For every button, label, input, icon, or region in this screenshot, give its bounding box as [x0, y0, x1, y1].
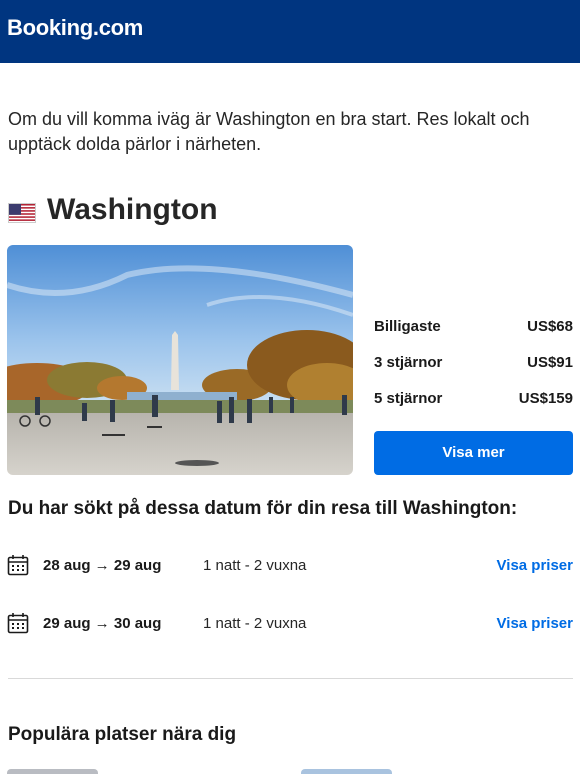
email-header: Booking.com — [0, 0, 580, 63]
price-row-3-stars: 3 stjärnor US$91 — [374, 354, 573, 374]
price-value: US$159 — [518, 390, 573, 407]
booking-logo[interactable]: Booking.com — [7, 15, 143, 41]
price-label: Billigaste — [374, 318, 441, 335]
popular-place-thumbnail[interactable] — [301, 769, 392, 774]
see-prices-link[interactable]: Visa priser — [497, 557, 573, 574]
popular-place-thumbnail[interactable] — [7, 769, 98, 774]
intro-text: Om du vill komma iväg är Washington en b… — [8, 109, 530, 154]
dates-heading: Du har sökt på dessa datum för din resa … — [8, 498, 518, 519]
price-value: US$91 — [527, 354, 573, 371]
price-label: 3 stjärnor — [374, 354, 443, 371]
calendar-icon — [7, 612, 29, 634]
popular-places-heading: Populära platser nära dig — [8, 724, 237, 745]
price-row-5-stars: 5 stjärnor US$159 — [374, 390, 573, 410]
price-label: 5 stjärnor — [374, 390, 443, 407]
price-value: US$68 — [527, 318, 573, 335]
calendar-icon — [7, 554, 29, 576]
search-row: 28 aug → 29 aug 1 natt - 2 vuxna Visa pr… — [0, 554, 580, 580]
date-range: 28 aug → 29 aug — [43, 557, 162, 574]
guests-info: 1 natt - 2 vuxna — [203, 615, 307, 632]
destination-title: Washington — [47, 193, 218, 226]
us-flag-icon — [8, 203, 36, 223]
see-prices-link[interactable]: Visa priser — [497, 615, 573, 632]
guests-info: 1 natt - 2 vuxna — [203, 557, 307, 574]
date-range: 29 aug → 30 aug — [43, 615, 162, 632]
washington-monument-photo[interactable] — [7, 245, 353, 475]
section-divider — [8, 678, 573, 679]
show-more-button[interactable]: Visa mer — [374, 431, 573, 475]
search-row: 29 aug → 30 aug 1 natt - 2 vuxna Visa pr… — [0, 612, 580, 638]
price-row-cheapest: Billigaste US$68 — [374, 318, 573, 338]
